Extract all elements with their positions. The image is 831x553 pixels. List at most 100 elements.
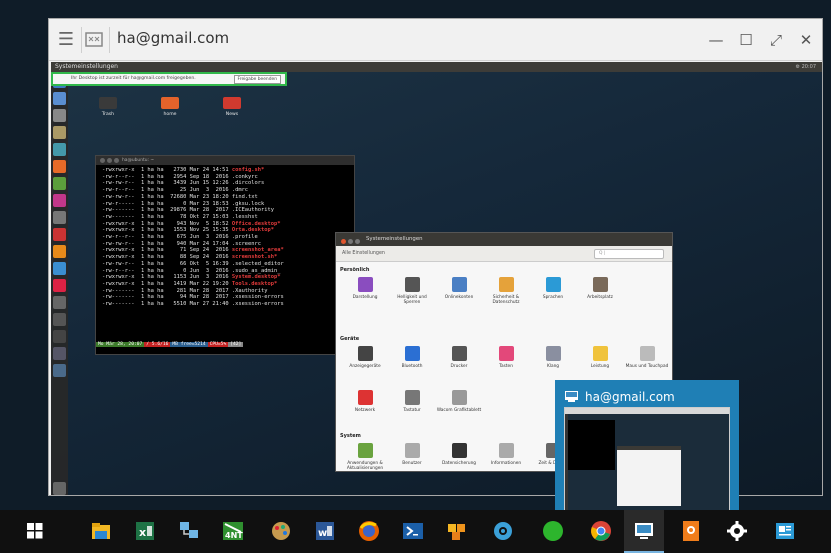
file-meta: -rwxrwxr-x 1 ha ha 1419 Mar 22 19:20: [102, 280, 232, 287]
windows-taskbar: x 4NT w: [0, 510, 831, 553]
vlc-icon[interactable]: [53, 245, 66, 258]
preview-thumbnail[interactable]: [564, 407, 730, 511]
all-settings-button[interactable]: Alle Einstellungen: [342, 251, 385, 256]
terminal-line: -rw-r--r-- 1 ha ha 25 Jun 3 2016 .dmrc: [102, 187, 348, 194]
top-panel-indicators[interactable]: ⚙ 20:07: [796, 62, 816, 72]
settings-search-input[interactable]: Q |: [594, 249, 664, 259]
settings-item-helligkeit-und-sperren[interactable]: Helligkeit und Sperren: [389, 277, 435, 305]
gear-icon[interactable]: [724, 518, 750, 544]
desktop-icon-trash[interactable]: Trash: [93, 97, 123, 117]
settings-item-onlinekonten[interactable]: Onlinekonten: [436, 277, 482, 300]
settings-item-arbeitsplatz[interactable]: Arbeitsplatz: [577, 277, 623, 300]
desktop-icon-news[interactable]: News: [217, 97, 247, 117]
settings-item-icon: [357, 346, 373, 361]
file-name: .sudo_as_admin_: [231, 267, 281, 274]
settings-item-icon: [498, 277, 514, 292]
settings-item-sprachen[interactable]: Sprachen: [530, 277, 576, 300]
settings-item-informationen[interactable]: Informationen: [483, 443, 529, 466]
settings-item-wacom-grafiktablett[interactable]: Wacom Grafiktablett: [436, 390, 482, 413]
software-icon[interactable]: [53, 262, 66, 275]
settings-item-leistung[interactable]: Leistung: [577, 346, 623, 369]
settings-item-anzeigegeräte[interactable]: Anzeigegeräte: [342, 346, 388, 369]
file-meta: -rw-rw-r-- 1 ha ha 66 Okt 5 16:39: [102, 260, 232, 267]
close-button[interactable]: ✕: [791, 27, 821, 53]
puzzle-icon[interactable]: [444, 518, 470, 544]
settings-item-tasten[interactable]: Tasten: [483, 346, 529, 369]
terminal-icon[interactable]: [53, 126, 66, 139]
chrome-icon[interactable]: [588, 518, 614, 544]
chrome-icon[interactable]: [53, 177, 66, 190]
total-commander-icon[interactable]: 4NT: [220, 518, 246, 544]
screen-toggle-icon[interactable]: [83, 29, 105, 51]
green-circle-icon[interactable]: [540, 518, 566, 544]
fullscreen-button[interactable]: ⤢: [761, 27, 791, 53]
svg-text:x: x: [139, 526, 146, 539]
remote-desktop-icon[interactable]: [631, 518, 657, 544]
desktop-icon-label: News: [225, 112, 239, 117]
minimize-button[interactable]: —: [701, 27, 731, 53]
settings-item-sicherheit-datenschutz[interactable]: Sicherheit & Datenschutz: [483, 277, 529, 305]
drive-icon[interactable]: [53, 347, 66, 360]
settings-icon[interactable]: [53, 296, 66, 309]
gimp-icon[interactable]: [53, 194, 66, 207]
settings-item-drucker[interactable]: Drucker: [436, 346, 482, 369]
display-icon[interactable]: [53, 313, 66, 326]
settings-item-label: Datensicherung: [441, 461, 477, 466]
settings-item-klang[interactable]: Klang: [530, 346, 576, 369]
settings-item-label: Onlinekonten: [444, 295, 474, 300]
settings-item-icon: [545, 346, 561, 361]
settings-item-label: Tastatur: [403, 408, 421, 413]
firefox-icon[interactable]: [53, 160, 66, 173]
file-name: .gksu.lock: [231, 200, 265, 207]
camera-icon[interactable]: [53, 211, 66, 224]
filezilla-icon[interactable]: [53, 228, 66, 241]
settings-gear-icon[interactable]: [490, 518, 516, 544]
news-icon[interactable]: [772, 518, 798, 544]
maximize-button[interactable]: ☐: [731, 27, 761, 53]
settings-item-datensicherung[interactable]: Datensicherung: [436, 443, 482, 466]
word-icon[interactable]: w: [312, 518, 338, 544]
impress-icon[interactable]: [53, 279, 66, 292]
file-meta: -rwxrwxr-x 1 ha ha 943 Nov 5 18:52: [102, 220, 232, 227]
file-name: .lesshst: [231, 213, 258, 220]
file-meta: -rw-r----- 1 ha ha 0 Mar 23 18:53: [102, 200, 232, 207]
text-editor-icon[interactable]: [53, 92, 66, 105]
firefox-icon[interactable]: [356, 518, 382, 544]
settings-item-anwendungen-aktualisierungen[interactable]: Anwendungen & Aktualisierungen: [342, 443, 388, 471]
settings-item-darstellung[interactable]: Darstellung: [342, 277, 388, 300]
window-buttons[interactable]: [100, 158, 121, 167]
files-icon[interactable]: [53, 109, 66, 122]
taskbar-window-preview[interactable]: ha@gmail.com: [555, 380, 739, 520]
paint-icon[interactable]: [268, 518, 294, 544]
status-date: Mo Mär 28, 20:07: [96, 342, 145, 347]
photo-viewer-icon[interactable]: [678, 518, 704, 544]
usb-icon[interactable]: [53, 364, 66, 377]
file-name: Tools.desktop*: [231, 280, 278, 287]
settings-item-netzwerk[interactable]: Netzwerk: [342, 390, 388, 413]
terminal-line: -rwxrwxr-x 1 ha ha 1153 Jun 3 2016 Syste…: [102, 274, 348, 281]
writer-icon[interactable]: [53, 143, 66, 156]
settings-item-maus-und-touchpad[interactable]: Maus und Touchpad: [624, 346, 670, 369]
unity-launcher: [51, 72, 68, 495]
settings-item-benutzer[interactable]: Benutzer: [389, 443, 435, 466]
trash-icon[interactable]: [53, 482, 66, 495]
status-memory: MB free=5214: [170, 342, 208, 347]
terminal-line: -rw-rw-r-- 1 ha ha 66 Okt 5 16:39 .selec…: [102, 261, 348, 268]
settings-item-icon: [404, 390, 420, 405]
start-icon[interactable]: [22, 518, 48, 544]
excel-icon[interactable]: x: [132, 518, 158, 544]
terminal-window[interactable]: ha@ubuntu: ~ -rwxrwxr-x 1 ha ha 2730 Mar…: [95, 155, 355, 355]
settings-item-tastatur[interactable]: Tastatur: [389, 390, 435, 413]
hamburger-menu-icon[interactable]: ☰: [53, 26, 79, 54]
stop-sharing-button[interactable]: Freigabe beenden: [233, 75, 281, 84]
workspace-icon[interactable]: [53, 330, 66, 343]
network-icon[interactable]: [176, 518, 202, 544]
desktop-icon-home[interactable]: home: [155, 97, 185, 117]
section-personal: Persönlich: [340, 267, 370, 273]
settings-item-label: Netzwerk: [354, 408, 376, 413]
file-explorer-icon[interactable]: [88, 518, 114, 544]
powershell-icon[interactable]: [400, 518, 426, 544]
settings-item-bluetooth[interactable]: Bluetooth: [389, 346, 435, 369]
settings-item-icon: [545, 277, 561, 292]
status-number: [42]: [228, 342, 244, 347]
